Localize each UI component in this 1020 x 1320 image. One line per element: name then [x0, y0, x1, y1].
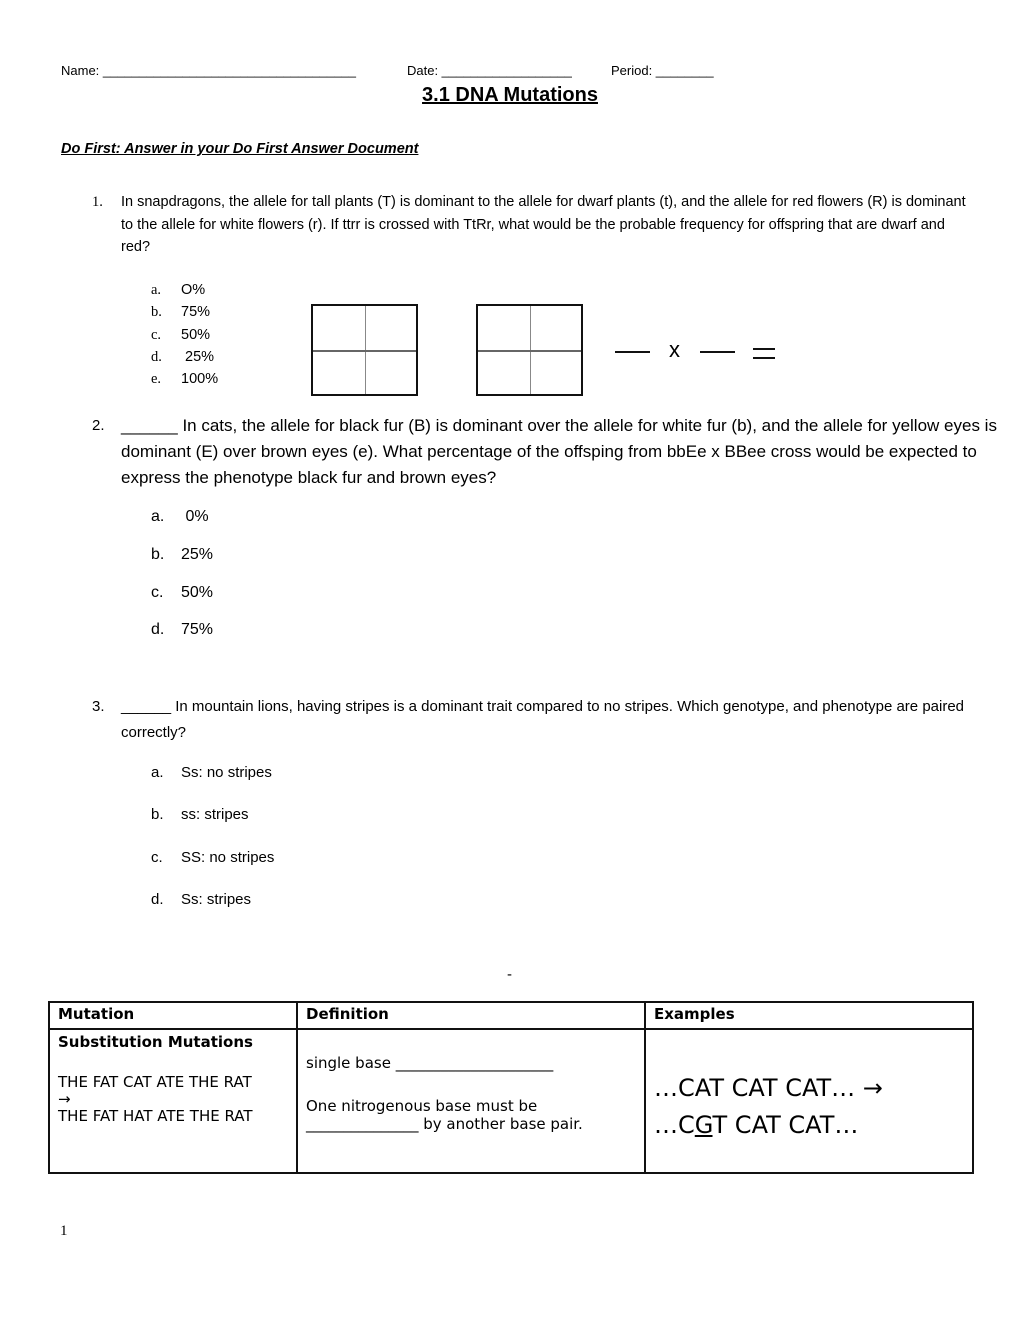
grid-line	[478, 350, 581, 352]
option-letter: d.	[151, 621, 165, 638]
example-suffix: T CAT CAT…	[712, 1111, 859, 1139]
substituted-base: G	[694, 1111, 713, 1139]
fraction-blank-2	[700, 351, 735, 353]
grid-line	[313, 350, 416, 352]
punnett-square-2	[476, 304, 583, 396]
option-value: 50%	[181, 584, 214, 601]
sentence-after: THE FAT HAT ATE THE RAT	[58, 1107, 253, 1125]
option-value: 50%	[181, 327, 211, 343]
example-mutated: …CGT CAT CAT…	[654, 1107, 964, 1144]
page-title: 3.1 DNA Mutations	[422, 84, 598, 106]
mutation-type: Substitution Mutations	[58, 1033, 253, 1051]
option-letter: c.	[151, 327, 162, 343]
punnett-square-1	[311, 304, 418, 396]
option-value: 0%	[181, 508, 209, 525]
option-letter: a.	[151, 282, 162, 298]
equals-sign-top	[753, 348, 775, 350]
question-number: 2.	[92, 417, 105, 434]
option-value: SS: no stripes	[181, 849, 275, 866]
page-number: 1	[60, 1223, 68, 1239]
table-header-row: Mutation Definition Examples	[48, 1001, 974, 1030]
option-letter: e.	[151, 371, 162, 387]
option-letter: a.	[151, 764, 164, 781]
arrow-icon: →	[58, 1090, 71, 1108]
question-2: 2. ______ In cats, the allele for black …	[92, 413, 997, 491]
option-value: Ss: no stripes	[181, 764, 272, 781]
examples-cell: …CAT CAT CAT… → …CGT CAT CAT…	[644, 1028, 974, 1174]
question-text: ______ In cats, the allele for black fur…	[121, 416, 997, 487]
question-3: 3. ______ In mountain lions, having stri…	[92, 694, 964, 772]
option-value: 75%	[181, 304, 211, 320]
example-sequence: …CAT CAT CAT… → …CGT CAT CAT…	[654, 1070, 964, 1144]
fraction-blank-1	[615, 351, 650, 353]
name-field[interactable]: Name: __________________________________…	[61, 63, 356, 78]
period-field[interactable]: Period: ________	[611, 63, 714, 78]
option-letter: d.	[151, 891, 164, 908]
option-letter: c.	[151, 584, 164, 601]
option-value: ss: stripes	[181, 806, 249, 823]
column-header-examples: Examples	[644, 1001, 974, 1030]
example-original: …CAT CAT CAT… →	[654, 1074, 883, 1102]
option-value: 100%	[181, 371, 219, 387]
sentence-before: THE FAT CAT ATE THE RAT	[58, 1073, 252, 1091]
equals-sign-bottom	[753, 357, 775, 359]
question-number: 1.	[92, 194, 103, 210]
option-letter: b.	[151, 304, 162, 320]
question-text: ______ In mountain lions, having stripes…	[121, 698, 965, 741]
option-letter: a.	[151, 508, 165, 525]
option-value: 75%	[181, 621, 214, 638]
separator-dash: -	[507, 966, 512, 983]
option-letter: b.	[151, 806, 164, 823]
date-field[interactable]: Date: __________________	[407, 63, 572, 78]
column-header-mutation: Mutation	[48, 1001, 298, 1030]
question-text: In snapdragons, the allele for tall plan…	[121, 194, 966, 255]
mutation-table: Mutation Definition Examples Substitutio…	[48, 1001, 974, 1174]
definition-cell: single base _____________________ One ni…	[296, 1028, 646, 1174]
option-letter: d.	[151, 349, 162, 365]
option-value: Ss: stripes	[181, 891, 252, 908]
option-letter: b.	[151, 546, 165, 563]
multiply-symbol: x	[669, 337, 680, 362]
option-letter: c.	[151, 849, 163, 866]
option-value: 25%	[181, 349, 215, 365]
definition-blank-2[interactable]: _______________ by another base pair.	[306, 1115, 636, 1133]
example-prefix: …C	[654, 1111, 695, 1139]
do-first-instructions: Do First: Answer in your Do First Answer…	[61, 141, 419, 157]
table-row: Substitution Mutations THE FAT CAT ATE T…	[48, 1028, 974, 1174]
column-header-definition: Definition	[296, 1001, 646, 1030]
question-number: 3.	[92, 698, 105, 715]
definition-blank-1[interactable]: single base _____________________	[306, 1054, 636, 1072]
definition-text: One nitrogenous base must be	[306, 1097, 538, 1115]
mutation-cell: Substitution Mutations THE FAT CAT ATE T…	[48, 1028, 298, 1174]
question-1: 1. In snapdragons, the allele for tall p…	[92, 191, 966, 259]
option-value: O%	[181, 282, 206, 298]
option-value: 25%	[181, 546, 214, 563]
